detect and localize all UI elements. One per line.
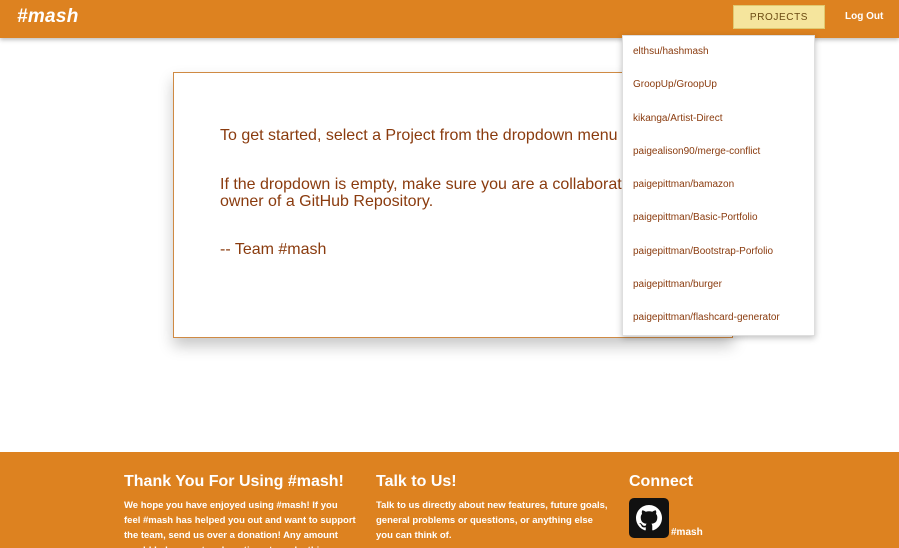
dropdown-item-project[interactable]: paigealison90/merge-conflict — [623, 145, 814, 178]
footer: Thank You For Using #mash! We hope you h… — [0, 452, 899, 548]
github-label[interactable]: #mash — [671, 527, 703, 538]
logout-link[interactable]: Log Out — [845, 11, 883, 22]
footer-talk-title: Talk to Us! — [376, 473, 457, 490]
dropdown-item-project[interactable]: paigepittman/bamazon — [623, 178, 814, 211]
top-navbar: #mash PROJECTS Log Out — [0, 0, 899, 38]
dropdown-item-project[interactable]: paigepittman/burger — [623, 278, 814, 311]
brand-logo[interactable]: #mash — [17, 6, 79, 28]
projects-dropdown-button[interactable]: PROJECTS — [733, 5, 825, 29]
instruction-text: To get started, select a Project from th… — [220, 127, 618, 144]
dropdown-item-project[interactable]: kikanga/Artist-Direct — [623, 112, 814, 145]
footer-talk-text: Talk to us directly about new features, … — [376, 500, 608, 541]
empty-dropdown-note: If the dropdown is empty, make sure you … — [220, 176, 655, 210]
dropdown-item-project[interactable]: paigepittman/Basic-Portfolio — [623, 211, 814, 244]
footer-thank-you-section: Thank You For Using #mash! We hope you h… — [124, 473, 356, 548]
footer-talk-section: Talk to Us! Talk to us directly about ne… — [376, 473, 608, 543]
dropdown-item-project[interactable]: GroopUp/GroopUp — [623, 78, 814, 111]
dropdown-item-project[interactable]: paigepittman/flashcard-generator — [623, 311, 814, 344]
footer-connect-section: Connect #mash — [629, 473, 703, 538]
github-icon[interactable] — [629, 498, 669, 538]
footer-connect-title: Connect — [629, 473, 693, 490]
empty-dropdown-note-line2: owner of a GitHub Repository. — [220, 193, 434, 210]
dropdown-item-project[interactable]: elthsu/hashmash — [623, 45, 814, 78]
footer-thank-you-text: We hope you have enjoyed using #mash! If… — [124, 500, 356, 548]
empty-dropdown-note-line1: If the dropdown is empty, make sure you … — [220, 176, 655, 193]
footer-thank-you-title: Thank You For Using #mash! — [124, 473, 344, 490]
projects-dropdown-menu: elthsu/hashmash GroopUp/GroopUp kikanga/… — [622, 35, 815, 336]
team-signature: -- Team #mash — [220, 241, 327, 258]
github-link[interactable]: #mash — [629, 498, 703, 538]
dropdown-item-project[interactable]: paigepittman/Bootstrap-Porfolio — [623, 245, 814, 278]
